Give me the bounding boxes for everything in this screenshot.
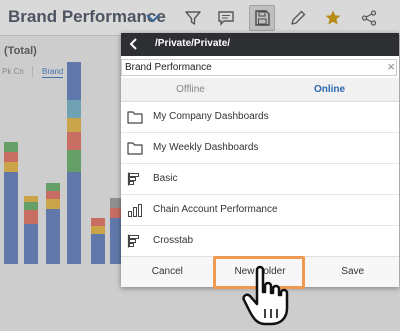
gantt-icon: [127, 172, 143, 186]
tab-online[interactable]: Online: [260, 78, 399, 101]
name-row: ×: [121, 56, 399, 78]
list-item-my-weekly-dashboards[interactable]: My Weekly Dashboards: [121, 133, 399, 164]
back-arrow-icon[interactable]: [127, 37, 141, 51]
cancel-button[interactable]: Cancel: [121, 257, 214, 287]
bar-chart-icon: [127, 203, 143, 217]
list-item-basic[interactable]: Basic: [121, 164, 399, 195]
list-item-label: My Company Dashboards: [153, 111, 269, 122]
save-dialog: /Private/Private/ × Offline Online My Co…: [121, 33, 399, 287]
list-item-label: Basic: [153, 173, 178, 184]
location-tabs: Offline Online: [121, 78, 399, 102]
dialog-header: /Private/Private/: [121, 33, 399, 56]
list-item-crosstab[interactable]: Crosstab: [121, 226, 399, 257]
list-item-label: My Weekly Dashboards: [153, 142, 259, 153]
hand-pointer-icon: [239, 262, 299, 331]
folder-list: My Company Dashboards My Weekly Dashboar…: [121, 102, 399, 257]
folder-path: /Private/Private/: [155, 38, 231, 49]
folder-icon: [127, 141, 143, 155]
list-item-my-company-dashboards[interactable]: My Company Dashboards: [121, 102, 399, 133]
clear-icon[interactable]: ×: [387, 60, 395, 73]
list-item-label: Crosstab: [153, 235, 194, 246]
dashboard-name-input[interactable]: [121, 59, 397, 76]
gantt-icon: [127, 234, 143, 248]
list-item-chain-account-performance[interactable]: Chain Account Performance: [121, 195, 399, 226]
folder-icon: [127, 110, 143, 124]
tab-offline[interactable]: Offline: [121, 78, 260, 101]
save-button[interactable]: Save: [306, 257, 399, 287]
list-item-label: Chain Account Performance: [153, 204, 278, 215]
